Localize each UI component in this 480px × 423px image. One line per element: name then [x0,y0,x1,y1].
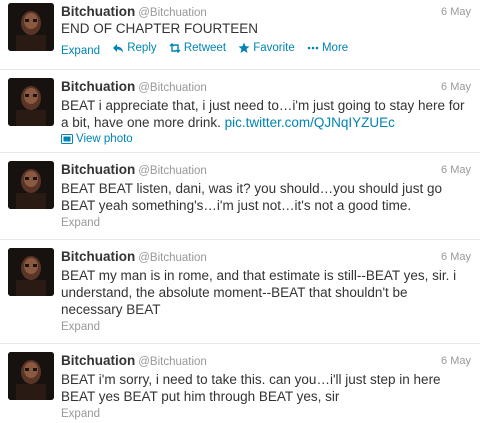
timestamp[interactable]: 6 May [441,353,471,369]
tweet-text: BEAT i appreciate that, i just need to…i… [61,97,471,131]
view-photo-link[interactable]: View photo [61,132,133,146]
tweet-header: Bitchuation @Bitchuation 6 May [61,249,471,265]
tweet[interactable]: Bitchuation @Bitchuation 6 May END OF CHA… [0,0,480,70]
tweet[interactable]: Bitchuation @Bitchuation 6 May BEAT my ma… [0,240,480,344]
avatar[interactable] [8,3,54,51]
avatar[interactable] [8,248,54,296]
photo-icon [61,134,73,144]
tweet-header: Bitchuation @Bitchuation 6 May [61,79,471,95]
retweet-icon [169,43,181,53]
view-photo-label: View photo [76,133,133,145]
tweet-text: BEAT BEAT listen, dani, was it? you shou… [61,181,442,213]
more-dots-icon [307,46,319,50]
retweet-button[interactable]: Retweet [169,41,226,55]
expand-link[interactable]: Expand [61,216,100,230]
expand-link[interactable]: Expand [61,44,100,58]
more-button[interactable]: More [307,41,348,55]
reply-button[interactable]: Reply [112,41,157,55]
photo-link[interactable]: pic.twitter.com/QJNqIYZUEc [225,115,395,130]
favorite-label: Favorite [253,42,295,54]
username[interactable]: @Bitchuation [138,82,207,94]
avatar[interactable] [8,78,54,126]
tweet-text: BEAT i'm sorry, i need to take this. can… [61,372,441,404]
fullname[interactable]: Bitchuation [61,162,135,177]
expand-link[interactable]: Expand [61,320,100,334]
tweet-header: Bitchuation @Bitchuation 6 May [61,4,471,20]
avatar[interactable] [8,161,54,209]
tweet[interactable]: Bitchuation @Bitchuation 6 May BEAT i'm s… [0,344,480,423]
tweet-header: Bitchuation @Bitchuation 6 May [61,353,471,369]
username[interactable]: @Bitchuation [138,165,207,177]
tweet-text: BEAT my man is in rome, and that estimat… [61,268,457,317]
avatar[interactable] [8,352,54,400]
username[interactable]: @Bitchuation [138,356,207,368]
tweet[interactable]: Bitchuation @Bitchuation 6 May BEAT BEAT … [0,153,480,240]
tweet-actions: Expand Reply Retweet Favorite More [61,41,357,58]
expand-link[interactable]: Expand [61,407,100,421]
tweet-text: END OF CHAPTER FOURTEEN [61,21,259,36]
timestamp[interactable]: 6 May [441,79,471,95]
timestamp[interactable]: 6 May [441,162,471,178]
favorite-button[interactable]: Favorite [238,41,295,55]
retweet-label: Retweet [183,42,227,54]
star-icon [238,42,250,53]
reply-arrow-icon [113,44,124,53]
tweet[interactable]: Bitchuation @Bitchuation 6 May BEAT i app… [0,70,480,153]
tweet-header: Bitchuation @Bitchuation 6 May [61,162,471,178]
timestamp[interactable]: 6 May [441,249,471,265]
fullname[interactable]: Bitchuation [61,4,135,19]
timestamp[interactable]: 6 May [441,4,471,20]
timeline: Bitchuation @Bitchuation 6 May END OF CHA… [0,0,480,423]
username[interactable]: @Bitchuation [138,252,207,264]
username[interactable]: @Bitchuation [138,7,207,19]
more-label: More [321,42,349,54]
reply-label: Reply [127,42,157,54]
fullname[interactable]: Bitchuation [61,353,135,368]
fullname[interactable]: Bitchuation [61,249,135,264]
fullname[interactable]: Bitchuation [61,79,135,94]
